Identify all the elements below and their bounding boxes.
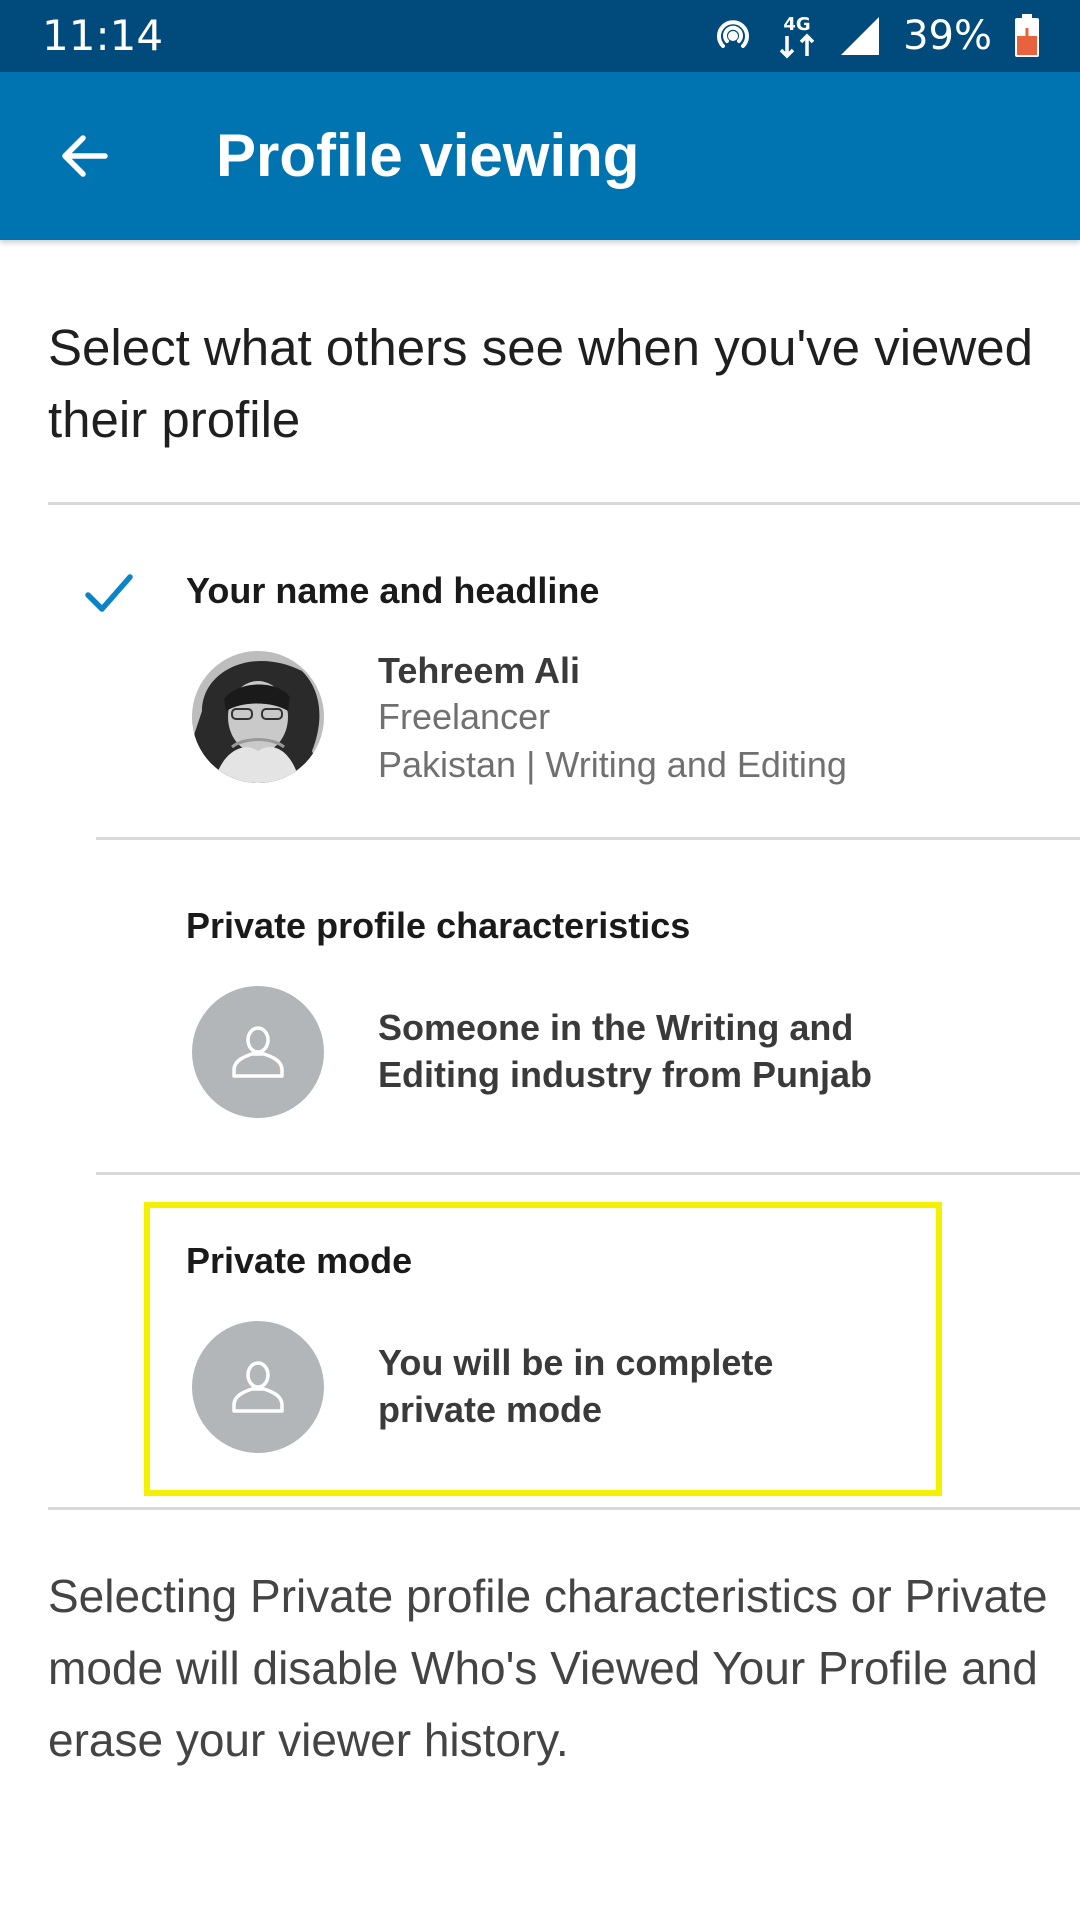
4g-data-icon: 4G — [777, 12, 817, 60]
intro-text: Select what others see when you've viewe… — [48, 319, 1033, 448]
hotspot-icon — [711, 14, 755, 58]
option-private-profile-characteristics[interactable]: Private profile characteristics Someone … — [0, 840, 1080, 1172]
back-button[interactable] — [40, 116, 128, 196]
footer-note: Selecting Private profile characteristic… — [48, 1570, 1048, 1766]
checkmark-icon — [85, 574, 133, 612]
generic-person-icon — [192, 1321, 324, 1453]
arrow-left-icon — [62, 135, 108, 177]
profile-photo-avatar — [192, 651, 324, 783]
profile-name: Tehreem Ali — [378, 650, 581, 691]
option-title: Private profile characteristics — [186, 905, 691, 946]
option-description: You will be in complete private mode — [378, 1342, 774, 1430]
option-private-mode[interactable]: Private mode You will be in complete pri… — [0, 1175, 1080, 1507]
status-time: 11:14 — [42, 11, 164, 60]
network-label: 4G — [783, 14, 810, 35]
profile-headline: Freelancer — [378, 696, 551, 737]
option-title: Private mode — [186, 1240, 413, 1281]
battery-percent: 39% — [903, 13, 992, 59]
status-icons: 4G 39% — [711, 10, 1040, 62]
profile-location-industry: Pakistan | Writing and Editing — [378, 744, 847, 785]
app-bar: Profile viewing — [0, 72, 1080, 240]
status-bar: 11:14 4G 39% — [0, 0, 1080, 72]
option-title: Your name and headline — [186, 570, 600, 611]
option-description: Someone in the Writing and Editing indus… — [378, 1007, 872, 1095]
page-title: Profile viewing — [216, 122, 640, 189]
generic-person-icon — [192, 986, 324, 1118]
cell-signal-icon — [839, 15, 881, 57]
divider — [48, 1507, 1080, 1510]
battery-charging-icon — [1014, 14, 1040, 58]
option-name-and-headline[interactable]: Your name and headline Tehreem Ali Freel… — [0, 505, 1080, 837]
